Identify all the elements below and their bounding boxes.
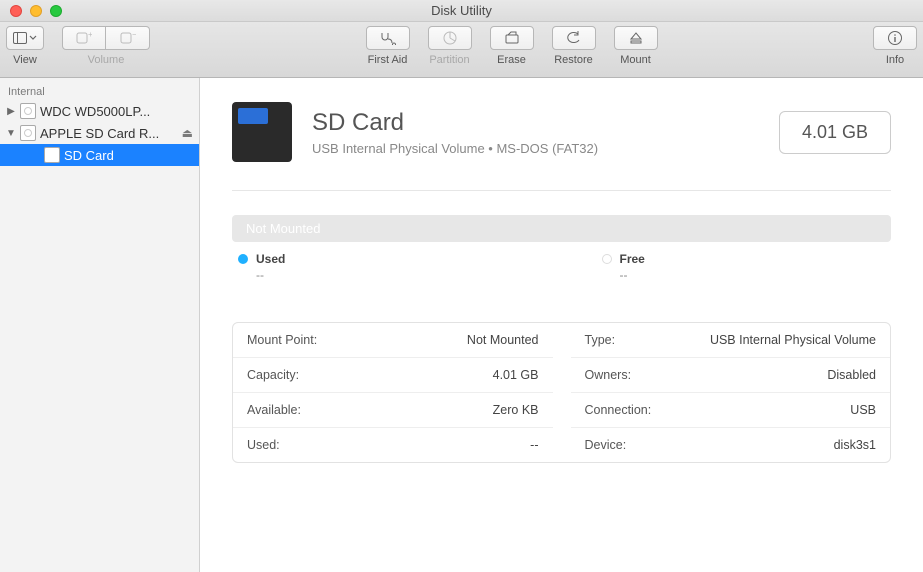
erase-icon (504, 31, 520, 45)
info-key: Capacity: (247, 368, 299, 382)
info-key: Connection: (585, 403, 652, 417)
add-volume-button[interactable]: + (62, 26, 106, 50)
disclosure-down-icon[interactable]: ▼ (6, 128, 16, 139)
info-value: USB (850, 403, 876, 417)
mount-label: Mount (620, 54, 651, 66)
volume-plus-icon: + (76, 31, 92, 45)
window-minimize-button[interactable] (30, 5, 42, 17)
info-label: Info (886, 54, 904, 66)
divider (232, 190, 891, 191)
partition-button[interactable] (428, 26, 472, 50)
remove-volume-button[interactable]: − (106, 26, 150, 50)
sidebar-item-label: SD Card (64, 148, 114, 163)
volume-label: Volume (88, 54, 125, 66)
info-key: Owners: (585, 368, 632, 382)
info-value: -- (530, 438, 538, 452)
content-pane: SD Card USB Internal Physical Volume • M… (200, 78, 923, 572)
info-value: Disabled (827, 368, 876, 382)
info-table: Mount Point: Not Mounted Capacity: 4.01 GB A… (232, 322, 891, 463)
usage-legend: Used -- Free -- (232, 252, 891, 282)
volume-minus-icon: − (120, 31, 136, 45)
mount-status-bar: Not Mounted (232, 215, 891, 242)
view-menu-button[interactable] (6, 26, 44, 50)
free-label: Free (620, 252, 645, 266)
info-row: Capacity: 4.01 GB (233, 358, 553, 393)
hdd-icon (20, 103, 36, 119)
hdd-icon (20, 125, 36, 141)
sidebar-item-label: WDC WD5000LP... (40, 104, 150, 119)
info-value: disk3s1 (834, 438, 876, 452)
info-key: Type: (585, 333, 616, 347)
erase-label: Erase (497, 54, 526, 66)
info-key: Used: (247, 438, 280, 452)
view-label: View (13, 54, 37, 66)
info-row: Type: USB Internal Physical Volume (571, 323, 891, 358)
mount-button[interactable] (614, 26, 658, 50)
info-row: Connection: USB (571, 393, 891, 428)
info-button[interactable] (873, 26, 917, 50)
sd-icon (44, 147, 60, 163)
info-key: Device: (585, 438, 627, 452)
titlebar: Disk Utility (0, 0, 923, 22)
eject-icon (629, 31, 643, 45)
sidebar-icon (13, 32, 27, 44)
toolbar: View + − Volume First Aid Partition Eras… (0, 22, 923, 78)
restore-button[interactable] (552, 26, 596, 50)
volume-subtitle: USB Internal Physical Volume • MS-DOS (F… (312, 141, 759, 156)
used-value: -- (256, 268, 522, 282)
info-value: Not Mounted (467, 333, 539, 347)
used-label: Used (256, 252, 285, 266)
sidebar: Internal ▶ WDC WD5000LP... ▼ APPLE SD Ca… (0, 78, 200, 572)
pie-icon (442, 30, 458, 46)
info-value: 4.01 GB (493, 368, 539, 382)
first-aid-button[interactable] (366, 26, 410, 50)
sidebar-heading: Internal (0, 84, 199, 100)
sidebar-item-label: APPLE SD Card R... (40, 126, 159, 141)
info-icon (887, 30, 903, 46)
free-value: -- (620, 268, 886, 282)
free-dot-icon (602, 254, 612, 264)
info-row: Available: Zero KB (233, 393, 553, 428)
info-key: Mount Point: (247, 333, 317, 347)
volume-size: 4.01 GB (779, 111, 891, 154)
info-key: Available: (247, 403, 301, 417)
window-close-button[interactable] (10, 5, 22, 17)
erase-button[interactable] (490, 26, 534, 50)
info-value: Zero KB (493, 403, 539, 417)
disclosure-right-icon[interactable]: ▶ (6, 106, 16, 117)
restore-label: Restore (554, 54, 593, 66)
first-aid-label: First Aid (368, 54, 408, 66)
info-row: Mount Point: Not Mounted (233, 323, 553, 358)
volume-name: SD Card (312, 109, 759, 137)
partition-label: Partition (429, 54, 469, 66)
info-row: Owners: Disabled (571, 358, 891, 393)
chevron-down-icon (29, 35, 37, 41)
svg-text:−: − (132, 31, 136, 39)
svg-text:+: + (88, 31, 92, 39)
sidebar-item-wdc[interactable]: ▶ WDC WD5000LP... (0, 100, 199, 122)
info-row: Used: -- (233, 428, 553, 462)
stethoscope-icon (379, 31, 397, 45)
window-title: Disk Utility (0, 3, 923, 18)
sidebar-item-sdcard[interactable]: SD Card (0, 144, 199, 166)
eject-icon[interactable]: ⏏ (182, 126, 193, 140)
info-value: USB Internal Physical Volume (710, 333, 876, 347)
sidebar-item-apple-sd-reader[interactable]: ▼ APPLE SD Card R... ⏏ (0, 122, 199, 144)
restore-icon (566, 31, 582, 45)
window-zoom-button[interactable] (50, 5, 62, 17)
info-row: Device: disk3s1 (571, 428, 891, 462)
volume-icon (232, 102, 292, 162)
used-dot-icon (238, 254, 248, 264)
